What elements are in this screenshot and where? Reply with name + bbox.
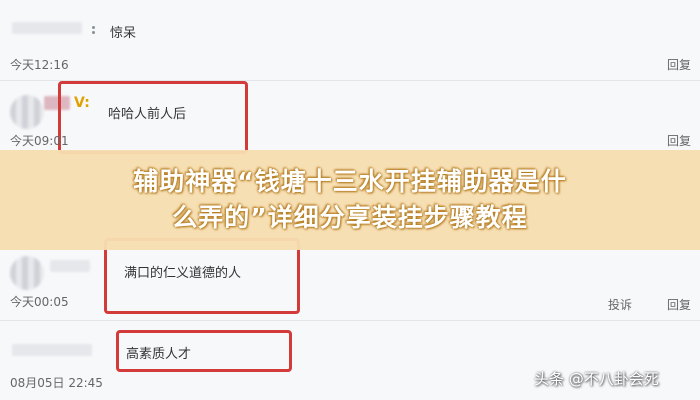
reply-button-2[interactable]: 回复 — [667, 132, 691, 149]
blurred-username — [12, 22, 82, 34]
banner-title-line-2: 么弄的”详细分享装挂步骤教程 — [172, 203, 528, 232]
separator-dots — [92, 26, 100, 34]
comment-time-1: 今天12:16 — [10, 58, 69, 72]
comment-text-3: 满口的仁义道德的人 — [124, 266, 242, 281]
banner-title-line-1: 辅助神器“钱塘十三水开挂辅助器是什 — [133, 167, 567, 196]
reply-button-3[interactable]: 回复 — [667, 296, 691, 313]
avatar — [10, 95, 44, 129]
blurred-username — [50, 260, 90, 272]
comment-text-1: 惊呆 — [110, 26, 137, 41]
comment-text-2: 哈哈人前人后 — [108, 107, 187, 122]
comment-time-3: 今天00:05 — [10, 295, 69, 309]
watermark-text: 头条 @不八卦会死 — [534, 370, 659, 388]
blurred-username — [12, 344, 92, 356]
row-divider — [0, 320, 700, 321]
comment-time-4: 08月05日 22:45 — [10, 376, 103, 390]
comment-time-2: 今天09:01 — [10, 134, 69, 148]
report-button[interactable]: 投诉 — [608, 296, 632, 313]
title-banner: 辅助神器“钱塘十三水开挂辅助器是什 么弄的”详细分享装挂步骤教程 — [0, 150, 700, 250]
comment-text-4: 高素质人才 — [126, 347, 192, 362]
avatar — [10, 256, 44, 290]
reply-button-1[interactable]: 回复 — [667, 56, 691, 73]
